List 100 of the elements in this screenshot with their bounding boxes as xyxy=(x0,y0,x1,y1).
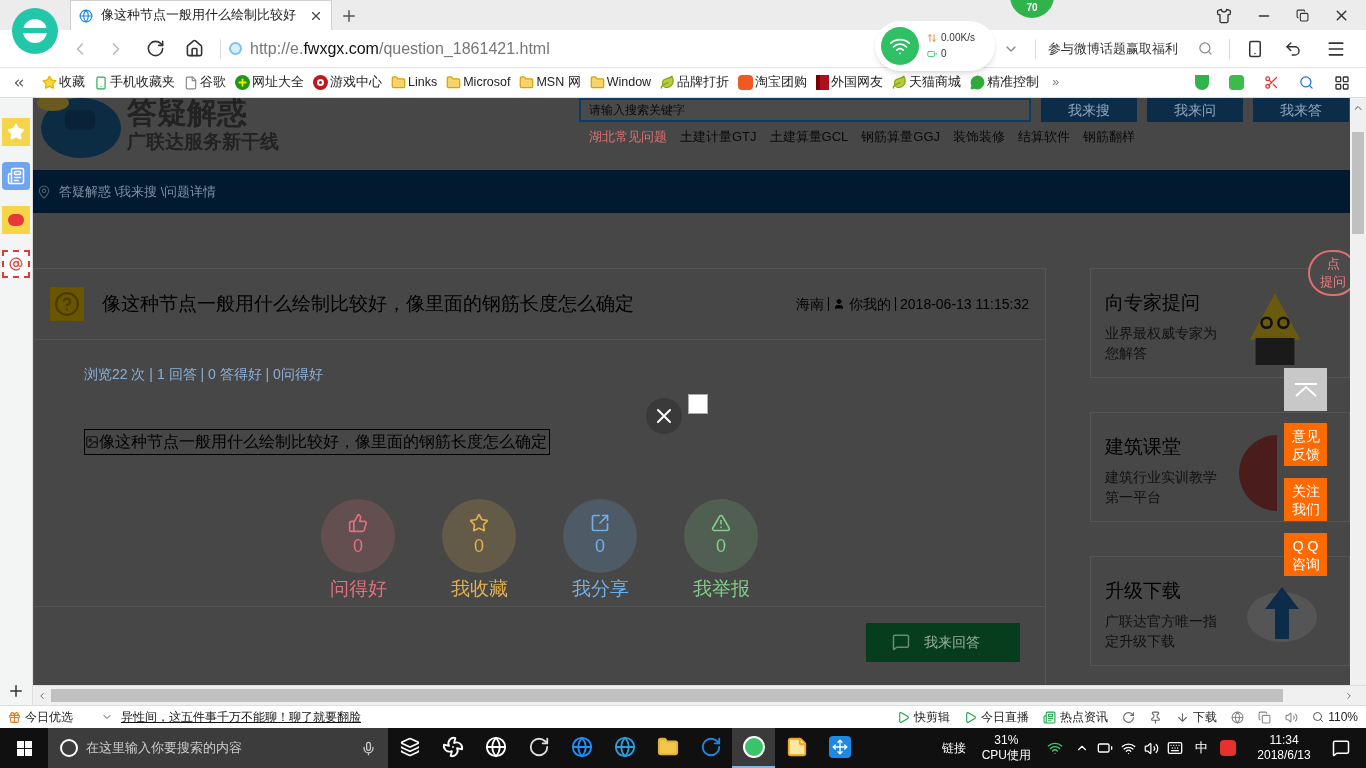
window-icon[interactable] xyxy=(1258,710,1272,724)
back-to-top-icon xyxy=(1293,382,1318,397)
more-bookmarks[interactable]: » xyxy=(1052,73,1060,92)
bookmark-item[interactable]: MSN 网 xyxy=(519,73,581,92)
browser-tab[interactable]: 像这种节点一般用什么绘制比较好 xyxy=(70,0,332,30)
notes-icon[interactable] xyxy=(785,736,808,758)
bookmark-item[interactable]: Microsof xyxy=(446,73,511,92)
bookmark-item[interactable]: 外国网友 xyxy=(816,73,884,92)
gift-icon xyxy=(8,710,21,724)
skin-icon[interactable] xyxy=(1216,7,1232,24)
keyboard-icon[interactable] xyxy=(1167,740,1183,756)
bookmark-item[interactable]: Links xyxy=(391,73,438,92)
action-label: 问得好 xyxy=(329,577,387,601)
breadcrumb: 答疑解惑 \我来搜 \问题详情 xyxy=(59,182,217,201)
ime-icon[interactable] xyxy=(1220,740,1236,756)
bookmark-item[interactable]: 手机收藏夹 xyxy=(94,73,175,92)
arrow-down-icon xyxy=(1176,710,1190,724)
home-icon[interactable] xyxy=(185,39,204,58)
bookmark-item[interactable]: 天猫商城 xyxy=(892,73,962,92)
shield-icon[interactable] xyxy=(1195,75,1209,90)
move-icon[interactable] xyxy=(828,736,851,758)
phone-icon[interactable] xyxy=(1246,39,1264,58)
search-icon[interactable] xyxy=(1198,41,1213,56)
star-icon xyxy=(469,512,489,533)
mail-icon[interactable] xyxy=(2,250,30,278)
wifi-icon[interactable] xyxy=(1047,740,1063,756)
globe-icon[interactable] xyxy=(570,736,593,758)
taskbar-search-field[interactable]: 在这里输入你要搜索的内容 xyxy=(48,728,388,768)
reload-icon[interactable] xyxy=(146,39,165,58)
taskbar-app[interactable] xyxy=(732,728,775,768)
device-count: 0 xyxy=(941,47,947,61)
question-stats: 浏览22 次 | 1 回答 | 0 答得好 | 0问得好 xyxy=(84,365,324,384)
wifi-icon xyxy=(881,27,919,65)
mic-icon xyxy=(361,740,376,756)
news-icon[interactable] xyxy=(2,162,30,190)
battery-icon[interactable] xyxy=(1097,740,1113,756)
fan-icon[interactable] xyxy=(441,736,464,758)
zoom-icon xyxy=(1312,711,1325,723)
refresh-icon[interactable] xyxy=(1122,710,1136,724)
scrollbar-thumb[interactable] xyxy=(51,689,1283,702)
swirl-icon[interactable] xyxy=(527,736,550,758)
bookmark-item[interactable]: 谷歌 xyxy=(184,73,226,92)
scrollbar-thumb[interactable] xyxy=(1352,132,1364,234)
bookmark-item[interactable]: 网址大全 xyxy=(235,73,304,92)
action-label: 我举报 xyxy=(692,577,750,601)
clock[interactable]: 11:34 2018/6/13 xyxy=(1252,733,1316,763)
header-button[interactable]: 我来答 xyxy=(1253,98,1349,122)
score-badge: 70 xyxy=(1010,0,1054,18)
toolbar-link[interactable]: 链接 xyxy=(941,739,966,757)
location-icon xyxy=(37,184,51,199)
bookmark-item[interactable]: 品牌打折 xyxy=(660,73,730,92)
post-time: 2018-06-13 11:15:32 xyxy=(900,294,1029,314)
status-item[interactable]: 热点资讯 xyxy=(1043,708,1109,726)
pin-icon[interactable] xyxy=(1149,710,1163,724)
header-button[interactable]: 我来问 xyxy=(1147,98,1243,122)
bookmark-item[interactable]: 淘宝团购 xyxy=(738,73,808,92)
question-icon xyxy=(50,287,84,321)
leaf-icon xyxy=(892,75,908,90)
restore-icon[interactable] xyxy=(1296,9,1309,22)
play-icon xyxy=(964,710,978,724)
volume-icon[interactable] xyxy=(1144,740,1159,756)
notifications-icon[interactable] xyxy=(1332,739,1350,757)
bookmark-item[interactable]: 游戏中心 xyxy=(313,73,382,92)
game-icon xyxy=(313,75,328,90)
share-icon xyxy=(590,512,610,533)
cpu-label: CPU使用 xyxy=(981,748,1031,763)
apps-icon[interactable] xyxy=(1334,74,1350,91)
input-method[interactable]: 中 xyxy=(1195,738,1208,758)
answer-button[interactable]: 我来回答 xyxy=(866,622,1020,662)
globe-icon[interactable] xyxy=(613,736,636,758)
close-button[interactable] xyxy=(646,398,682,434)
folder-icon xyxy=(589,75,605,90)
news-link[interactable]: 异性间，这五件事千万不能聊！聊了就要翻脸 xyxy=(121,708,361,726)
star-icon xyxy=(42,75,57,90)
status-item[interactable]: 快剪辑 xyxy=(897,708,951,726)
tab-title: 像这种节点一般用什么绘制比较好 xyxy=(101,7,296,25)
tao-icon xyxy=(738,75,754,90)
card-title: 建筑课堂 xyxy=(1105,435,1182,459)
action-count: 0 xyxy=(353,534,363,558)
promo-link[interactable]: 参与微博话题赢取福利 xyxy=(1048,38,1178,59)
scroll-left-icon[interactable] xyxy=(37,690,47,701)
header-button[interactable]: 我来搜 xyxy=(1041,98,1137,122)
scissors-icon[interactable] xyxy=(1264,75,1279,90)
bookmark-item[interactable]: Window xyxy=(589,73,652,92)
action-count: 0 xyxy=(474,534,484,558)
network-icon[interactable] xyxy=(1121,740,1136,756)
search-icon[interactable] xyxy=(1299,75,1314,90)
undo-icon[interactable] xyxy=(1284,39,1302,58)
scroll-right-icon[interactable] xyxy=(1344,690,1354,701)
bookmark-item[interactable]: 收藏 xyxy=(42,73,85,92)
bookmark-item[interactable]: 精准控制 xyxy=(970,73,1040,92)
task-view-icon[interactable] xyxy=(399,737,420,757)
zoom-level[interactable]: 110% xyxy=(1312,708,1358,726)
folder-icon[interactable] xyxy=(656,736,679,758)
thumbs-up-icon xyxy=(348,512,368,533)
download-button[interactable]: 下载 xyxy=(1176,708,1218,726)
new-tab-icon[interactable] xyxy=(340,7,358,25)
status-item[interactable]: 今日直播 xyxy=(964,708,1030,726)
add-icon[interactable] xyxy=(7,682,25,700)
daily-picks[interactable]: 今日优选 xyxy=(25,708,73,726)
